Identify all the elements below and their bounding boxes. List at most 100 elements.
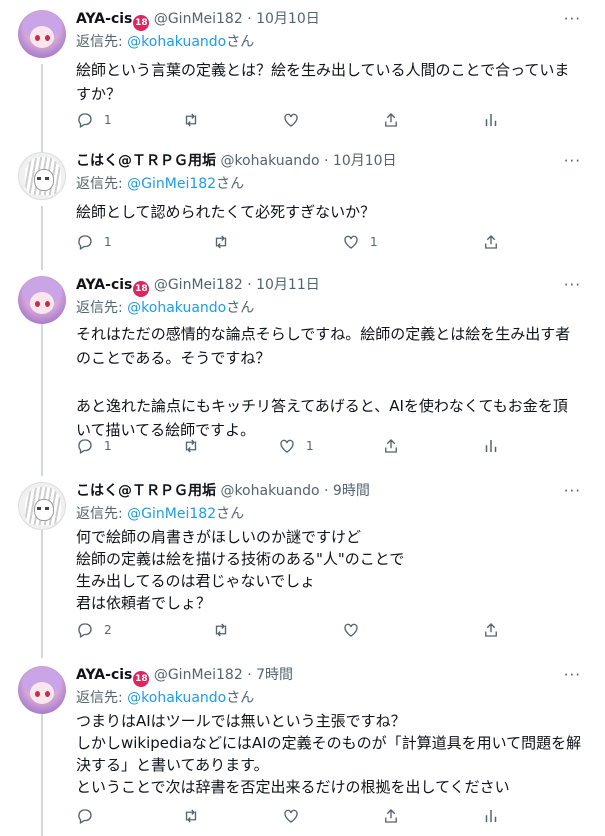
separator-dot: · xyxy=(247,277,252,293)
more-icon[interactable]: ··· xyxy=(564,666,581,684)
tweet-header: AYA-cis 18 @GinMei182 · 10月11日 xyxy=(76,276,320,297)
reply-button[interactable]: 2 xyxy=(76,620,112,640)
text-line xyxy=(76,370,586,394)
action-bar: 1 xyxy=(76,110,506,130)
reply-button[interactable]: 1 xyxy=(76,232,112,252)
like-button[interactable] xyxy=(342,620,370,640)
author-name[interactable]: こはく@ＴＲＰＧ用垢 xyxy=(76,153,216,169)
text-line: しかしwikipediaなどにはAIの定義そのものが「計算道具を用いて問題を解 xyxy=(76,734,582,752)
analytics-button[interactable] xyxy=(482,806,500,826)
reply-button[interactable]: 1 xyxy=(76,436,112,456)
share-icon xyxy=(485,623,497,637)
author-name[interactable]: こはく@ＴＲＰＧ用垢 xyxy=(76,483,216,499)
more-icon[interactable]: ··· xyxy=(564,152,581,170)
share-icon xyxy=(385,809,397,823)
author-name[interactable]: AYA-cis xyxy=(76,277,132,293)
text-line: 生み出してるのは君じゃないでしょ xyxy=(76,572,316,590)
like-button[interactable] xyxy=(282,806,300,826)
timestamp[interactable]: 10月10日 xyxy=(333,153,397,169)
share-button[interactable] xyxy=(482,232,500,252)
reply-button[interactable]: 1 xyxy=(76,110,112,130)
retweet-button[interactable] xyxy=(182,806,200,826)
timestamp[interactable]: 7時間 xyxy=(256,667,293,683)
reply-prefix: 返信先: xyxy=(76,506,128,522)
tweet-text: それはただの感情的な論点そらしですね。絵師の定義とは絵を生み出す者 のことである… xyxy=(76,322,586,442)
reply-prefix: 返信先: xyxy=(76,690,128,706)
timestamp[interactable]: 10月10日 xyxy=(256,11,320,27)
avatar[interactable] xyxy=(18,276,66,324)
action-bar: 1 1 xyxy=(76,436,506,456)
timestamp[interactable]: 9時間 xyxy=(333,483,370,499)
text-line: それはただの感情的な論点そらしですね。絵師の定義とは絵を生み出す者 xyxy=(76,325,571,343)
tweet-text: 絵師という言葉の定義とは？絵を生み出している人間のことで合っていま すか？ xyxy=(76,58,586,106)
tweet[interactable]: こはく@ＴＲＰＧ用垢 @kohakuando · 10月10日 ··· 返信先:… xyxy=(0,142,605,266)
text-line: ということで次は辞書を否定出来るだけの根拠を出してください xyxy=(76,778,510,796)
author-handle[interactable]: @kohakuando xyxy=(220,483,319,499)
like-button[interactable] xyxy=(282,110,310,130)
reply-prefix: 返信先: xyxy=(76,300,128,316)
retweet-icon xyxy=(185,439,197,453)
text-line: あと逸れた論点にもキッチリ答えてあげると、AIを使わなくてもお金を頂 xyxy=(76,397,568,415)
age-badge: 18 xyxy=(133,281,150,297)
author-handle[interactable]: @GinMei182 xyxy=(154,277,243,293)
more-icon[interactable]: ··· xyxy=(564,276,581,294)
avatar[interactable] xyxy=(18,152,66,200)
reply-context: 返信先: @GinMei182さん xyxy=(76,505,244,523)
retweet-button[interactable] xyxy=(212,620,240,640)
retweet-button[interactable] xyxy=(182,436,210,456)
text-line: のことである。そうですね？ xyxy=(76,349,271,367)
author-name[interactable]: AYA-cis xyxy=(76,11,132,27)
share-button[interactable] xyxy=(382,806,400,826)
text-line: 絵師の定義は絵を描ける技術のある"人"のことで xyxy=(76,550,405,568)
tweet[interactable]: こはく@ＴＲＰＧ用垢 @kohakuando · 9時間 ··· 返信先: @G… xyxy=(0,472,605,656)
retweet-button[interactable] xyxy=(182,110,210,130)
timestamp[interactable]: 10月11日 xyxy=(256,277,320,293)
share-button[interactable] xyxy=(382,436,400,456)
avatar[interactable] xyxy=(18,666,66,714)
author-handle[interactable]: @GinMei182 xyxy=(154,667,243,683)
mention-link[interactable]: @GinMei182 xyxy=(127,176,216,192)
reply-count: 1 xyxy=(104,439,112,453)
mention-link[interactable]: @kohakuando xyxy=(127,300,226,316)
avatar[interactable] xyxy=(18,482,66,530)
tweet-text: 絵師として認められたくて必死すぎないか？ xyxy=(76,200,586,224)
analytics-button[interactable] xyxy=(482,110,500,130)
reply-context: 返信先: @GinMei182さん xyxy=(76,175,244,193)
mention-link[interactable]: @kohakuando xyxy=(127,690,226,706)
share-button[interactable] xyxy=(382,110,400,130)
tweet-header: こはく@ＴＲＰＧ用垢 @kohakuando · 9時間 xyxy=(76,482,370,500)
reply-context: 返信先: @kohakuandoさん xyxy=(76,33,254,51)
tweet[interactable]: AYA-cis 18 @GinMei182 · 10月11日 ··· 返信先: @… xyxy=(0,266,605,472)
text-line: 何で絵師の肩書きがほしいのか謎ですけど xyxy=(76,528,362,546)
age-badge: 18 xyxy=(133,15,150,31)
text-line: 絵師という言葉の定義とは？絵を生み出している人間のことで合っていま xyxy=(76,61,570,79)
tweet[interactable]: AYA-cis 18 @GinMei182 · 7時間 ··· 返信先: @koh… xyxy=(0,656,605,836)
retweet-button[interactable] xyxy=(212,232,240,252)
text-line: 決する」と書いてあります。 xyxy=(76,756,269,774)
reply-count: 2 xyxy=(104,623,112,637)
share-button[interactable] xyxy=(482,620,500,640)
analytics-icon xyxy=(485,114,497,126)
more-icon[interactable]: ··· xyxy=(564,10,581,28)
like-button[interactable]: 1 xyxy=(342,232,378,252)
action-bar xyxy=(76,806,506,826)
tweet-text: つまりはAIはツールでは無いという主張ですね？ しかしwikipediaなどには… xyxy=(76,710,586,798)
avatar[interactable] xyxy=(18,10,66,58)
mention-link[interactable]: @GinMei182 xyxy=(127,506,216,522)
reply-prefix: 返信先: xyxy=(76,176,128,192)
reply-suffix: さん xyxy=(216,506,245,522)
author-handle[interactable]: @GinMei182 xyxy=(154,11,243,27)
tweet[interactable]: AYA-cis 18 @GinMei182 · 10月10日 ··· 返信先: @… xyxy=(0,0,605,148)
share-icon xyxy=(385,439,397,453)
age-badge: 18 xyxy=(133,671,150,687)
analytics-button[interactable] xyxy=(482,436,500,456)
analytics-icon xyxy=(485,440,497,452)
more-icon[interactable]: ··· xyxy=(564,482,581,500)
author-name[interactable]: AYA-cis xyxy=(76,667,132,683)
like-button[interactable]: 1 xyxy=(278,436,314,456)
reply-button[interactable] xyxy=(76,806,94,826)
mention-link[interactable]: @kohakuando xyxy=(127,34,226,50)
analytics-icon xyxy=(485,810,497,822)
like-icon xyxy=(284,809,298,823)
author-handle[interactable]: @kohakuando xyxy=(220,153,319,169)
